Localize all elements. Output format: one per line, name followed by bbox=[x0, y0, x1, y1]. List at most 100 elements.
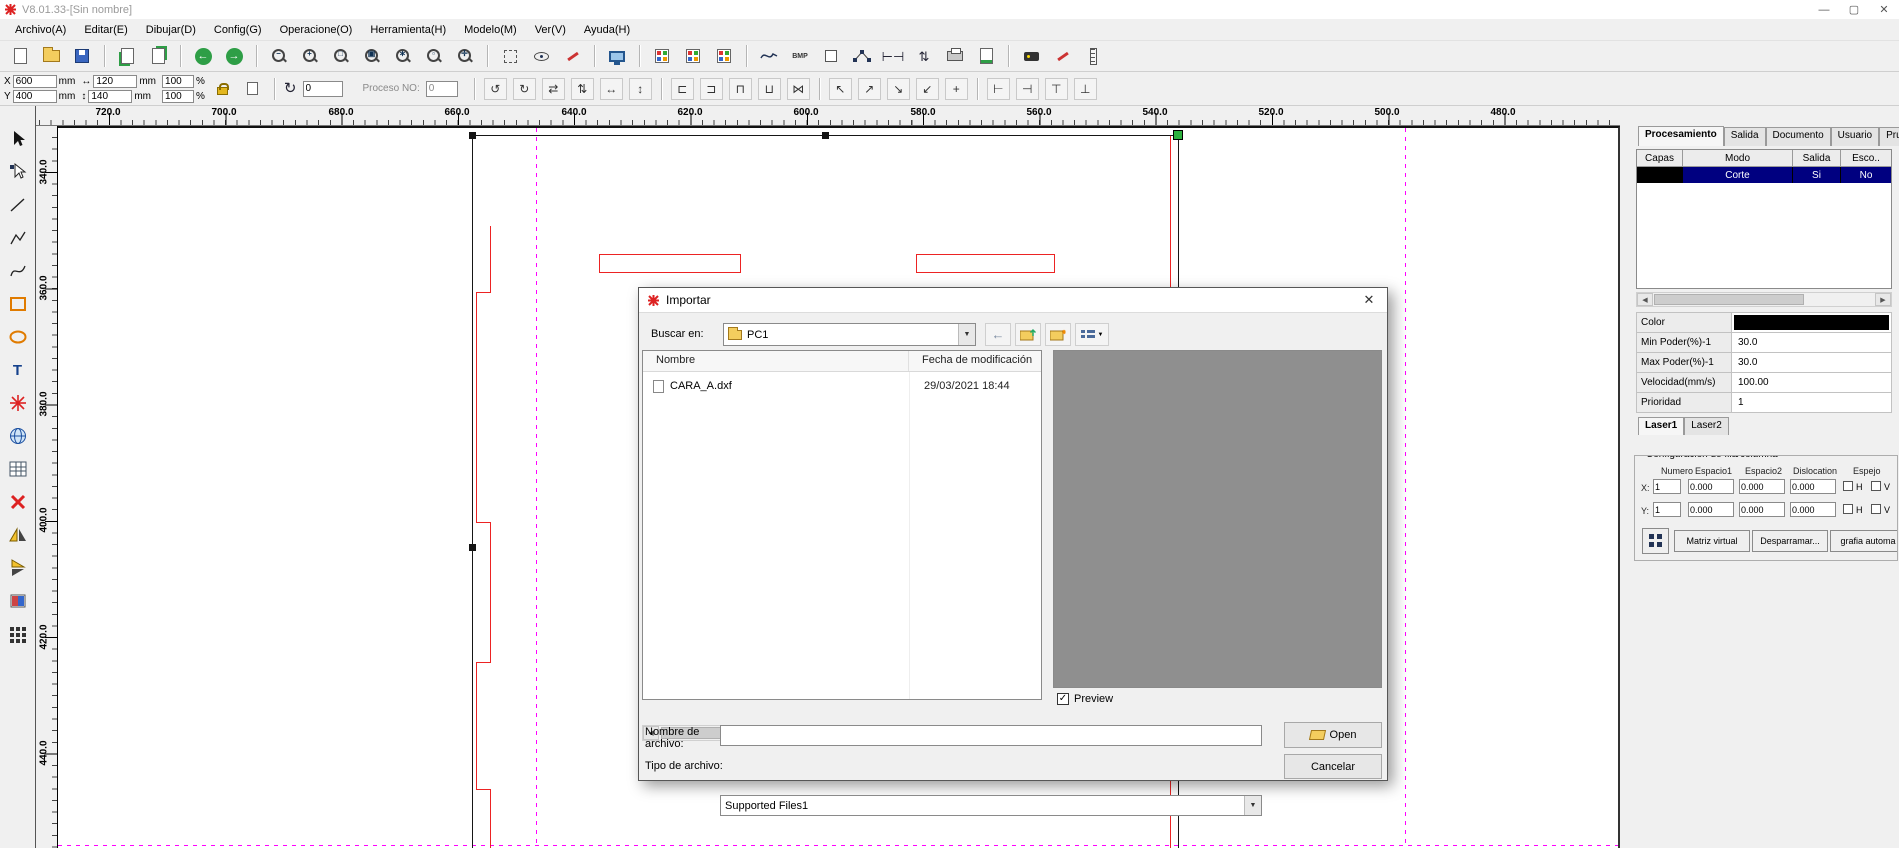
align-left-icon[interactable]: ⊢ bbox=[987, 78, 1010, 100]
x-numero-input[interactable] bbox=[1653, 479, 1681, 494]
new-file-icon[interactable] bbox=[8, 44, 32, 68]
property-value[interactable]: 30.0 bbox=[1732, 353, 1891, 372]
menu-ver[interactable]: Ver(V) bbox=[526, 21, 575, 39]
rotate-cw-icon[interactable]: ↻ bbox=[513, 78, 536, 100]
align-top-left-icon[interactable]: ↖ bbox=[829, 78, 852, 100]
scroll-thumb[interactable] bbox=[1654, 294, 1804, 305]
property-value[interactable]: 100.00 bbox=[1732, 373, 1891, 392]
selection-anchor-handle[interactable] bbox=[1173, 130, 1183, 140]
menu-archivo[interactable]: Archivo(A) bbox=[6, 21, 75, 39]
filename-input[interactable] bbox=[720, 725, 1262, 746]
maximize-button[interactable]: ▢ bbox=[1839, 1, 1869, 18]
stretch-h-icon[interactable]: ↔ bbox=[600, 78, 623, 100]
menu-ayuda[interactable]: Ayuda(H) bbox=[575, 21, 639, 39]
curve-auto-close-icon[interactable] bbox=[681, 44, 705, 68]
property-value[interactable]: 30.0 bbox=[1732, 333, 1891, 352]
layer-color-cell[interactable] bbox=[1637, 167, 1683, 183]
zoom-out-icon[interactable] bbox=[267, 44, 291, 68]
align-top-right-icon[interactable]: ↗ bbox=[858, 78, 881, 100]
property-row[interactable]: Velocidad(mm/s) 100.00 bbox=[1637, 373, 1891, 393]
zoom-page-icon[interactable] bbox=[360, 44, 384, 68]
matriz-virtual-button[interactable]: Matriz virtual bbox=[1674, 530, 1750, 552]
array-tool[interactable] bbox=[5, 621, 31, 647]
globe-tool[interactable] bbox=[5, 423, 31, 449]
x-mirror-v-checkbox[interactable] bbox=[1871, 481, 1881, 491]
rotate-icon[interactable]: ↻ bbox=[284, 81, 297, 96]
property-row[interactable]: Color bbox=[1637, 313, 1891, 333]
color-swatch[interactable] bbox=[1734, 315, 1889, 330]
horizontal-ruler[interactable]: 720.0 700.0 680.0 660.0 640.0 620.0 600.… bbox=[36, 106, 1620, 126]
selection-handle[interactable] bbox=[469, 544, 476, 551]
layer-mode-cell[interactable]: Corte bbox=[1683, 167, 1793, 183]
y-espacio2-input[interactable] bbox=[1739, 502, 1785, 517]
mirror-v-tool[interactable] bbox=[5, 555, 31, 581]
image-tool[interactable] bbox=[5, 588, 31, 614]
laser-pen-icon[interactable] bbox=[560, 44, 584, 68]
zoom-all-icon[interactable] bbox=[391, 44, 415, 68]
align-right-icon[interactable]: ⊣ bbox=[1016, 78, 1039, 100]
scroll-left-icon[interactable]: ◀ bbox=[1637, 293, 1653, 306]
redo-icon[interactable]: → bbox=[222, 44, 246, 68]
align-bottom-left-icon[interactable]: ↙ bbox=[916, 78, 939, 100]
grid-tool[interactable] bbox=[5, 456, 31, 482]
matrix-icon-button[interactable] bbox=[1642, 528, 1669, 554]
cut-order-icon[interactable] bbox=[650, 44, 674, 68]
width-input[interactable] bbox=[93, 75, 137, 88]
y-input[interactable] bbox=[13, 90, 57, 103]
curve-smooth-icon[interactable] bbox=[757, 44, 781, 68]
scale-y-input[interactable] bbox=[162, 90, 194, 103]
open-button[interactable]: Open bbox=[1284, 722, 1382, 748]
save-icon[interactable] bbox=[70, 44, 94, 68]
col-salida[interactable]: Salida bbox=[1793, 150, 1841, 166]
y-mirror-h-checkbox[interactable] bbox=[1843, 504, 1853, 514]
select-tool[interactable] bbox=[5, 126, 31, 152]
stretch-v-icon[interactable]: ↕ bbox=[629, 78, 652, 100]
view-menu-button[interactable]: ▼ bbox=[1075, 323, 1109, 346]
property-value[interactable] bbox=[1732, 313, 1891, 332]
col-modo[interactable]: Modo bbox=[1683, 150, 1793, 166]
output-check-icon[interactable] bbox=[974, 44, 998, 68]
shape-check-icon[interactable] bbox=[819, 44, 843, 68]
spray-tool[interactable] bbox=[5, 390, 31, 416]
tab-laser2[interactable]: Laser2 bbox=[1684, 417, 1729, 435]
vertical-ruler-icon[interactable] bbox=[1081, 44, 1105, 68]
y-espacio1-input[interactable] bbox=[1688, 502, 1734, 517]
dialog-close-icon[interactable]: ✕ bbox=[1355, 290, 1383, 310]
chevron-down-icon[interactable]: ▼ bbox=[958, 324, 975, 345]
trim-left-icon[interactable]: ⊏ bbox=[671, 78, 694, 100]
line-tool[interactable] bbox=[5, 192, 31, 218]
x-dislocation-input[interactable] bbox=[1790, 479, 1836, 494]
import-icon[interactable] bbox=[115, 44, 139, 68]
print-icon[interactable] bbox=[943, 44, 967, 68]
undo-icon[interactable]: ← bbox=[191, 44, 215, 68]
property-row[interactable]: Max Poder(%)-1 30.0 bbox=[1637, 353, 1891, 373]
scale-x-input[interactable] bbox=[162, 75, 194, 88]
col-capas[interactable]: Capas bbox=[1637, 150, 1683, 166]
menu-operacione[interactable]: Operacione(O) bbox=[271, 21, 362, 39]
new-folder-button[interactable] bbox=[1045, 323, 1071, 346]
column-fecha[interactable]: Fecha de modificación bbox=[909, 351, 1041, 371]
delete-overlap-icon[interactable] bbox=[712, 44, 736, 68]
menu-modelo[interactable]: Modelo(M) bbox=[455, 21, 526, 39]
selection-handle[interactable] bbox=[469, 132, 476, 139]
tab-usuario[interactable]: Usuario bbox=[1831, 127, 1879, 146]
chevron-down-icon[interactable]: ▼ bbox=[1244, 796, 1261, 815]
layer-table-scrollbar[interactable]: ◀ ▶ bbox=[1636, 292, 1892, 307]
trim-right-icon[interactable]: ⊐ bbox=[700, 78, 723, 100]
file-row[interactable]: CARA_A.dxf 29/03/2021 18:44 bbox=[643, 376, 1041, 396]
layer-hide-cell[interactable]: No bbox=[1841, 167, 1891, 183]
grafia-automatica-button[interactable]: grafia automa bbox=[1830, 530, 1898, 552]
lock-ratio-icon[interactable] bbox=[211, 77, 235, 101]
delete-tool[interactable] bbox=[5, 489, 31, 515]
align-bottom-right-icon[interactable]: ↘ bbox=[887, 78, 910, 100]
layer-output-cell[interactable]: Si bbox=[1793, 167, 1841, 183]
rectangle-tool[interactable] bbox=[5, 291, 31, 317]
x-espacio2-input[interactable] bbox=[1739, 479, 1785, 494]
desparramar-button[interactable]: Desparramar... bbox=[1752, 530, 1828, 552]
weld-icon[interactable]: ⋈ bbox=[787, 78, 810, 100]
vertical-ruler[interactable]: 340.0 360.0 380.0 400.0 420.0 440.0 bbox=[36, 126, 58, 848]
y-dislocation-input[interactable] bbox=[1790, 502, 1836, 517]
back-button[interactable]: ← bbox=[985, 323, 1011, 346]
mirror-h-tool[interactable] bbox=[5, 522, 31, 548]
up-one-level-button[interactable] bbox=[1015, 323, 1041, 346]
